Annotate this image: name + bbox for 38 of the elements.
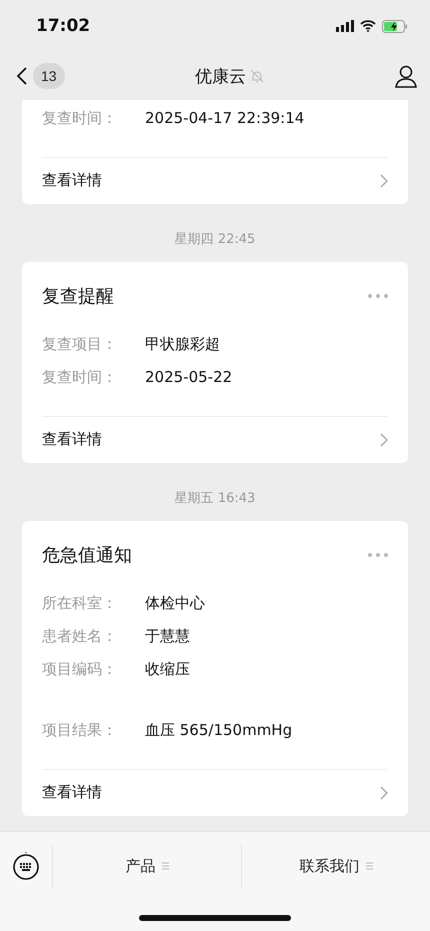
message-timestamp: 星期五 16:43 [174, 490, 256, 507]
menu-button[interactable]: 产品 [53, 844, 242, 888]
field-label: 项目编码： [42, 659, 118, 680]
field-value: 体检中心 [145, 593, 205, 614]
unread-count: 13 [33, 63, 65, 89]
card-title: 复查提醒 [42, 285, 114, 308]
signal-icon [336, 20, 354, 32]
field-label: 患者姓名： [42, 626, 118, 647]
view-details-link[interactable]: 查看详情 [42, 417, 388, 463]
field-label: 复查项目： [42, 334, 118, 355]
field-value: 于慧慧 [145, 626, 190, 647]
field-value: 收缩压 [145, 659, 190, 680]
status-time: 17:02 [36, 16, 90, 36]
chat-title: 优康云 [194, 66, 246, 88]
field-label: 所在科室： [42, 593, 118, 614]
field-value: 2025-05-22 [145, 367, 232, 388]
chevron-right-icon [380, 786, 388, 800]
profile-icon[interactable] [394, 64, 418, 88]
field-value: 2025-04-17 22:39:14 [145, 108, 304, 129]
wifi-icon [360, 20, 376, 32]
message-timestamp: 星期四 22:45 [174, 231, 256, 248]
menu-icon [162, 862, 168, 870]
battery-charging-icon [382, 20, 408, 32]
back-icon [16, 67, 27, 85]
menu-icon [366, 862, 372, 870]
menu-button[interactable]: 联系我们 [242, 844, 430, 888]
back-button[interactable]: 13 [16, 63, 65, 89]
keyboard-icon [13, 852, 39, 880]
view-details-link[interactable]: 查看详情 [42, 770, 388, 816]
field-label: 项目结果： [42, 720, 118, 741]
field-label: 复查时间： [42, 367, 118, 388]
chevron-right-icon [380, 174, 388, 188]
view-details-link[interactable]: 查看详情 [42, 158, 388, 204]
chevron-right-icon [380, 432, 388, 446]
card-title: 危急值通知 [42, 544, 132, 567]
field-value: 血压 565/150mmHg [145, 720, 292, 741]
field-label: 复查时间： [42, 108, 118, 129]
field-value: 甲状腺彩超 [145, 334, 220, 355]
